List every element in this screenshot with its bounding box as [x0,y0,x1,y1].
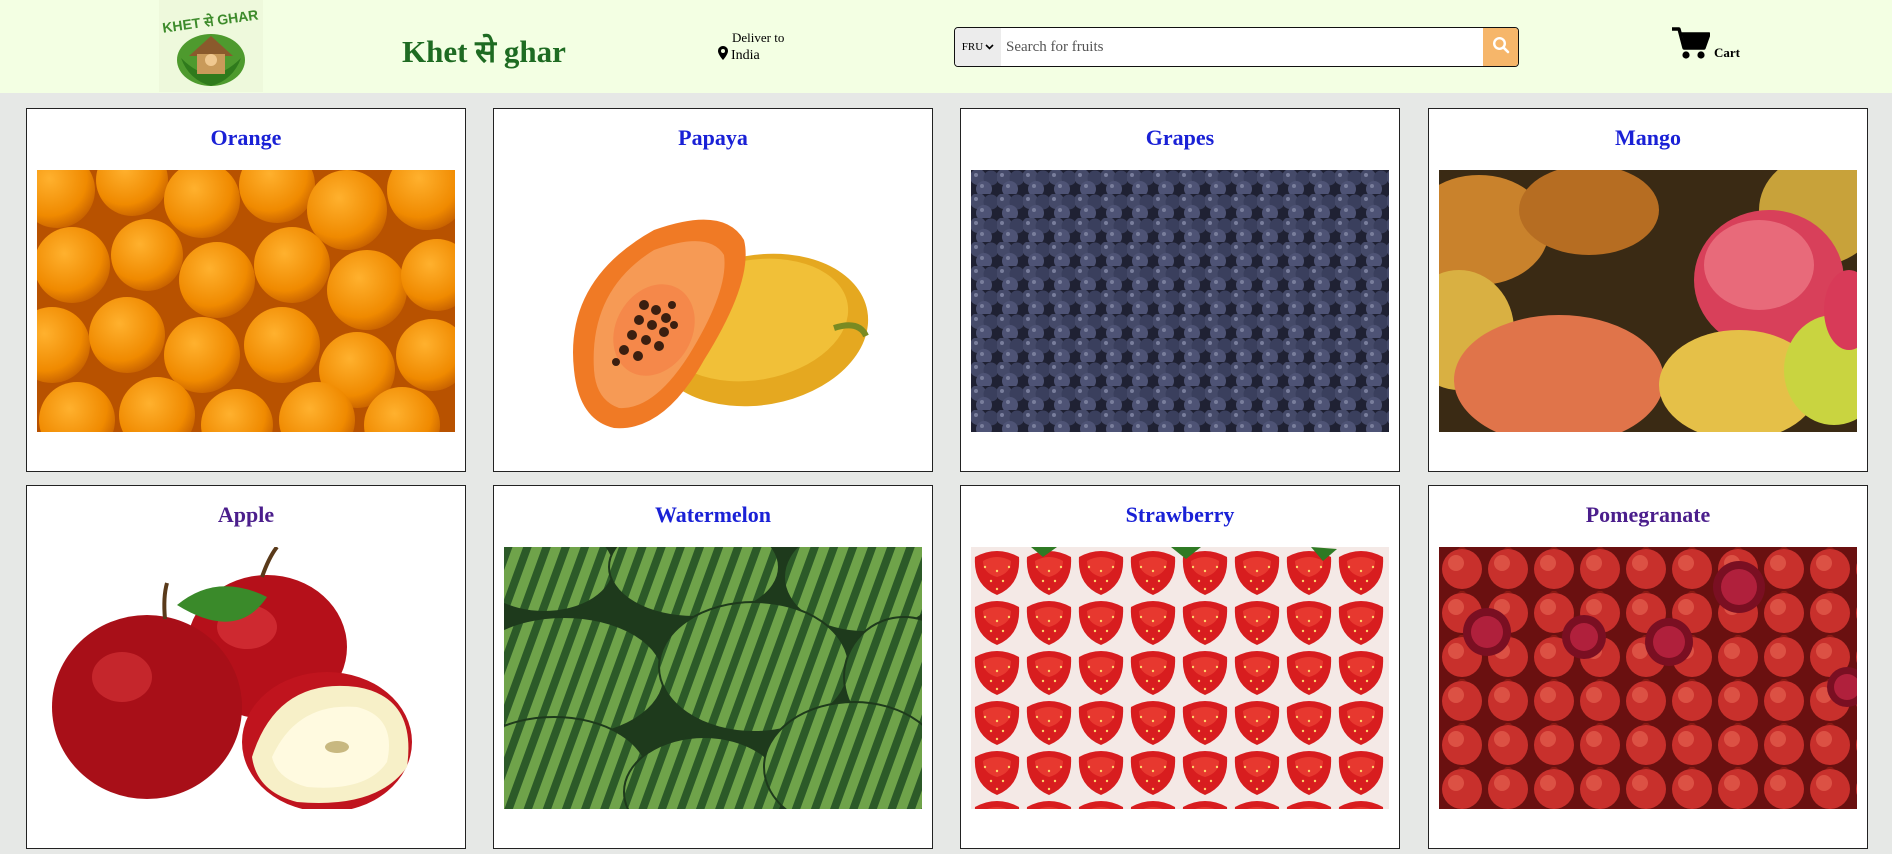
search-icon [1492,36,1510,59]
brand-title[interactable]: Khet से ghar [402,30,566,72]
cart-icon [1672,26,1711,65]
search-bar: FRU [954,27,1519,67]
product-image-watermelon[interactable] [504,547,922,809]
site-logo[interactable]: KHET से GHAR [159,0,263,92]
product-title[interactable]: Grapes [961,125,1399,151]
product-card-strawberry[interactable]: Strawberry [960,485,1400,849]
product-card-pomegranate[interactable]: Pomegranate [1428,485,1868,849]
product-image-apple[interactable] [37,547,455,809]
cart-label: Cart [1714,45,1740,60]
product-image-mango[interactable] [1439,170,1857,432]
deliver-label: Deliver to [732,30,785,45]
cart-link[interactable]: Cart [1672,26,1740,65]
category-value: FRU [961,41,984,53]
logo-text: KHET से GHAR [161,6,259,35]
product-title[interactable]: Apple [27,502,465,528]
location-pin-icon [718,46,728,65]
product-image-papaya[interactable] [504,170,922,432]
product-title[interactable]: Strawberry [961,502,1399,528]
product-title[interactable]: Watermelon [494,502,932,528]
search-input[interactable] [1001,28,1483,66]
product-image-orange[interactable] [37,170,455,432]
product-card-watermelon[interactable]: Watermelon [493,485,933,849]
site-header: KHET से GHAR Khet से ghar Deliver to Ind… [0,0,1892,93]
deliver-to[interactable]: Deliver to India [718,30,784,65]
product-title[interactable]: Mango [1429,125,1867,151]
deliver-country: India [731,47,760,63]
product-image-grapes[interactable] [971,170,1389,432]
product-image-strawberry[interactable] [971,547,1389,809]
product-card-grapes[interactable]: Grapes [960,108,1400,472]
product-title[interactable]: Papaya [494,125,932,151]
product-card-papaya[interactable]: Papaya [493,108,933,472]
product-title[interactable]: Pomegranate [1429,502,1867,528]
product-image-pomegranate[interactable] [1439,547,1857,809]
product-card-orange[interactable]: Orange [26,108,466,472]
category-select[interactable]: FRU [955,28,1001,66]
search-button[interactable] [1483,28,1518,66]
chevron-down-icon [985,41,994,53]
product-card-mango[interactable]: Mango [1428,108,1868,472]
product-card-apple[interactable]: Apple [26,485,466,849]
product-title[interactable]: Orange [27,125,465,151]
